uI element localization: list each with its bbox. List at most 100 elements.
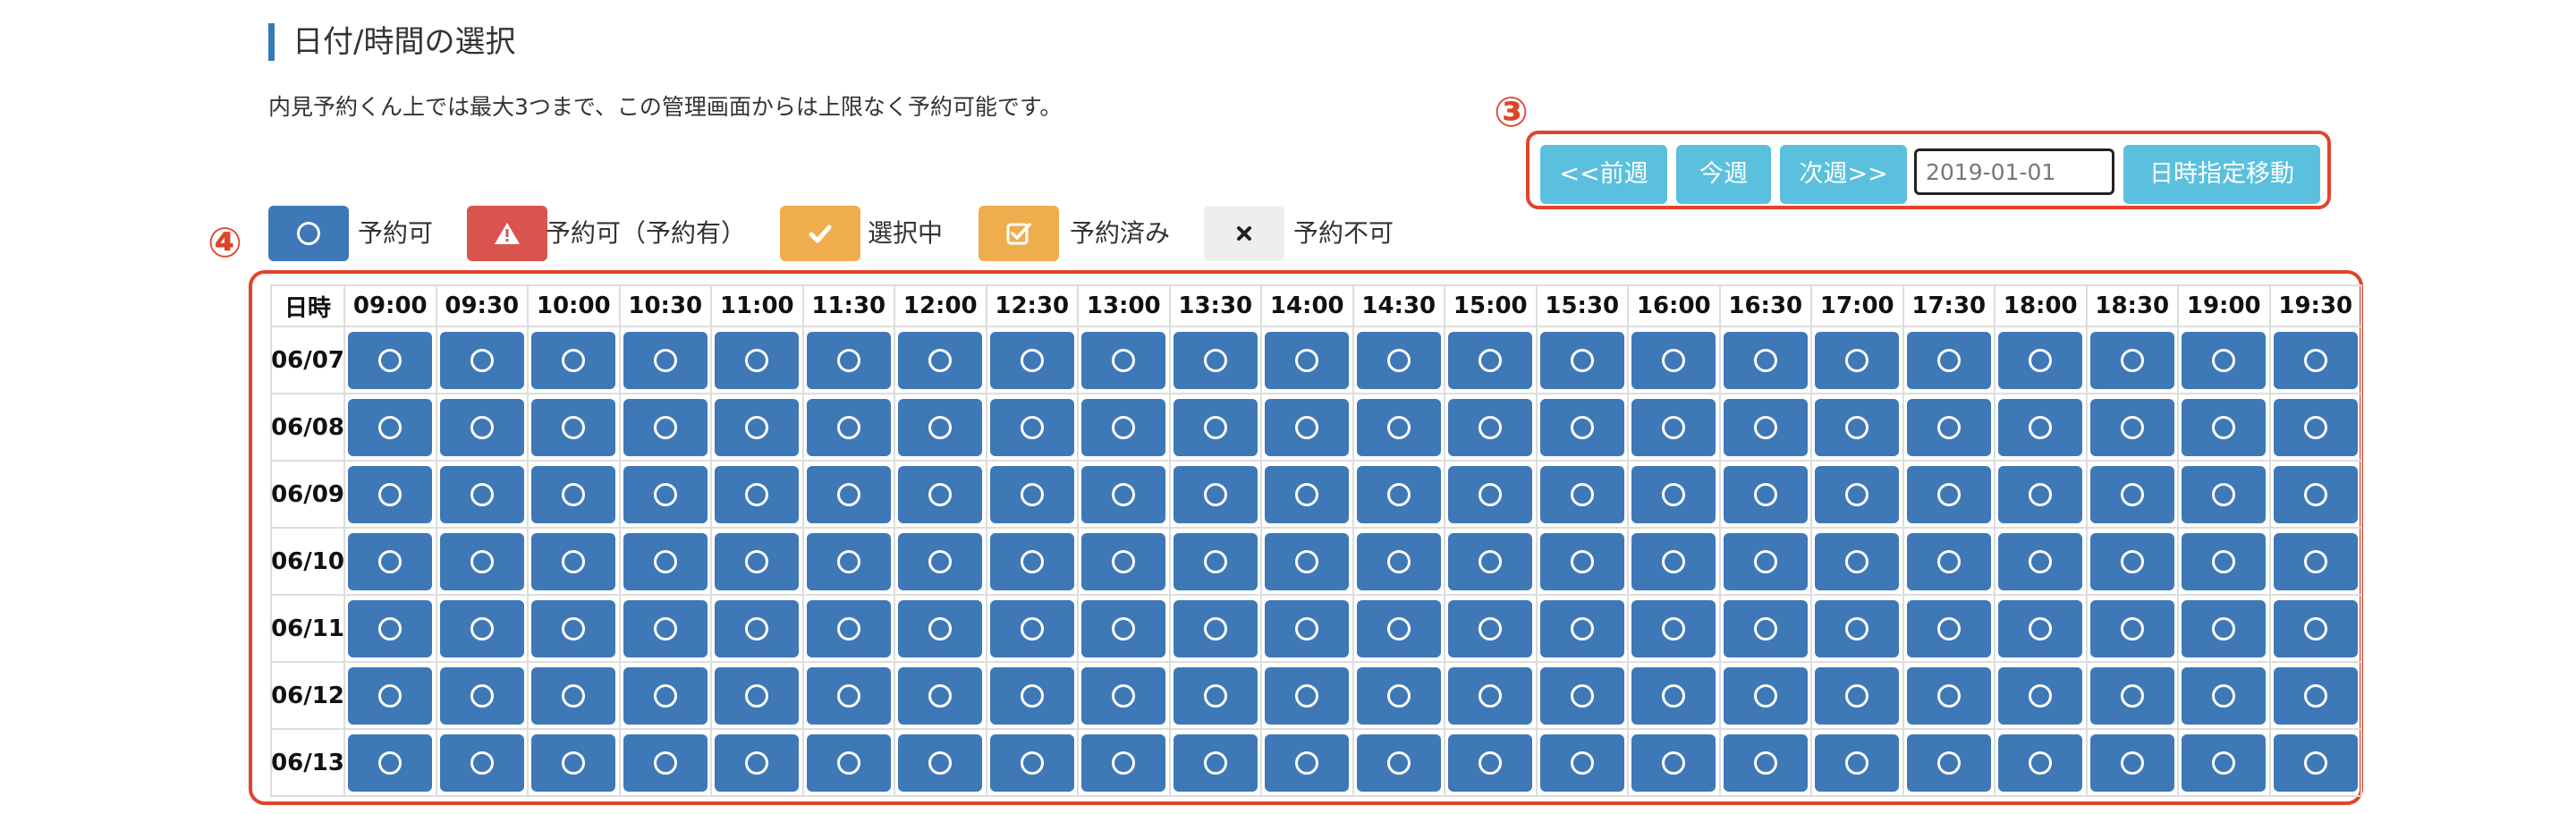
slot-button[interactable] bbox=[1265, 398, 1350, 456]
slot-button[interactable] bbox=[898, 398, 983, 456]
slot-button[interactable] bbox=[1265, 331, 1350, 389]
slot-button[interactable] bbox=[1081, 666, 1166, 725]
slot-button[interactable] bbox=[898, 599, 983, 657]
slot-button[interactable] bbox=[1173, 331, 1258, 389]
slot-button[interactable] bbox=[1906, 331, 1991, 389]
slot-button[interactable] bbox=[531, 733, 616, 792]
slot-button[interactable] bbox=[623, 532, 708, 590]
slot-button[interactable] bbox=[1081, 465, 1166, 523]
slot-button[interactable] bbox=[1448, 599, 1533, 657]
slot-button[interactable] bbox=[1906, 666, 1991, 725]
prev-week-button[interactable]: <<前週 bbox=[1540, 145, 1667, 204]
slot-button[interactable] bbox=[623, 331, 708, 389]
slot-button[interactable] bbox=[1723, 733, 1808, 792]
slot-button[interactable] bbox=[715, 465, 800, 523]
slot-button[interactable] bbox=[2182, 532, 2267, 590]
slot-button[interactable] bbox=[1998, 532, 2083, 590]
slot-button[interactable] bbox=[1815, 331, 1900, 389]
slot-button[interactable] bbox=[439, 398, 524, 456]
slot-button[interactable] bbox=[1998, 331, 2083, 389]
slot-button[interactable] bbox=[1723, 666, 1808, 725]
slot-button[interactable] bbox=[2089, 666, 2174, 725]
slot-button[interactable] bbox=[1998, 465, 2083, 523]
date-input[interactable] bbox=[1914, 148, 2114, 195]
slot-button[interactable] bbox=[348, 599, 433, 657]
slot-button[interactable] bbox=[2182, 398, 2267, 456]
slot-button[interactable] bbox=[2089, 331, 2174, 389]
slot-button[interactable] bbox=[1539, 666, 1624, 725]
slot-button[interactable] bbox=[806, 666, 891, 725]
slot-button[interactable] bbox=[806, 532, 891, 590]
slot-button[interactable] bbox=[715, 733, 800, 792]
slot-button[interactable] bbox=[2089, 532, 2174, 590]
slot-button[interactable] bbox=[531, 599, 616, 657]
slot-button[interactable] bbox=[531, 465, 616, 523]
slot-button[interactable] bbox=[1631, 532, 1716, 590]
slot-button[interactable] bbox=[1081, 398, 1166, 456]
slot-button[interactable] bbox=[1356, 733, 1441, 792]
slot-button[interactable] bbox=[439, 733, 524, 792]
slot-button[interactable] bbox=[1815, 733, 1900, 792]
slot-button[interactable] bbox=[1539, 532, 1624, 590]
slot-button[interactable] bbox=[1081, 532, 1166, 590]
slot-button[interactable] bbox=[1998, 398, 2083, 456]
slot-button[interactable] bbox=[1815, 465, 1900, 523]
slot-button[interactable] bbox=[1815, 666, 1900, 725]
slot-button[interactable] bbox=[623, 599, 708, 657]
slot-button[interactable] bbox=[348, 331, 433, 389]
slot-button[interactable] bbox=[1265, 733, 1350, 792]
slot-button[interactable] bbox=[1631, 398, 1716, 456]
slot-button[interactable] bbox=[1631, 666, 1716, 725]
slot-button[interactable] bbox=[1906, 465, 1991, 523]
slot-button[interactable] bbox=[806, 733, 891, 792]
slot-button[interactable] bbox=[1998, 599, 2083, 657]
slot-button[interactable] bbox=[1173, 733, 1258, 792]
next-week-button[interactable]: 次週>> bbox=[1780, 145, 1907, 204]
slot-button[interactable] bbox=[989, 331, 1074, 389]
slot-button[interactable] bbox=[806, 465, 891, 523]
slot-button[interactable] bbox=[2182, 465, 2267, 523]
slot-button[interactable] bbox=[989, 532, 1074, 590]
slot-button[interactable] bbox=[898, 532, 983, 590]
slot-button[interactable] bbox=[1815, 599, 1900, 657]
slot-button[interactable] bbox=[1998, 666, 2083, 725]
slot-button[interactable] bbox=[2089, 599, 2174, 657]
slot-button[interactable] bbox=[1356, 666, 1441, 725]
slot-button[interactable] bbox=[1448, 666, 1533, 725]
slot-button[interactable] bbox=[715, 666, 800, 725]
slot-button[interactable] bbox=[1539, 331, 1624, 389]
slot-button[interactable] bbox=[2273, 465, 2358, 523]
slot-button[interactable] bbox=[715, 532, 800, 590]
slot-button[interactable] bbox=[1356, 465, 1441, 523]
slot-button[interactable] bbox=[1723, 398, 1808, 456]
this-week-button[interactable]: 今週 bbox=[1676, 145, 1771, 204]
slot-button[interactable] bbox=[1998, 733, 2083, 792]
slot-button[interactable] bbox=[1356, 532, 1441, 590]
slot-button[interactable] bbox=[1265, 465, 1350, 523]
slot-button[interactable] bbox=[2182, 666, 2267, 725]
slot-button[interactable] bbox=[1906, 398, 1991, 456]
slot-button[interactable] bbox=[531, 666, 616, 725]
slot-button[interactable] bbox=[2182, 733, 2267, 792]
slot-button[interactable] bbox=[715, 331, 800, 389]
slot-button[interactable] bbox=[623, 666, 708, 725]
slot-button[interactable] bbox=[1448, 532, 1533, 590]
slot-button[interactable] bbox=[1448, 331, 1533, 389]
slot-button[interactable] bbox=[1173, 465, 1258, 523]
slot-button[interactable] bbox=[2273, 733, 2358, 792]
slot-button[interactable] bbox=[1723, 465, 1808, 523]
slot-button[interactable] bbox=[1081, 733, 1166, 792]
slot-button[interactable] bbox=[1723, 331, 1808, 389]
slot-button[interactable] bbox=[1356, 599, 1441, 657]
slot-button[interactable] bbox=[1539, 733, 1624, 792]
slot-button[interactable] bbox=[1539, 398, 1624, 456]
slot-button[interactable] bbox=[898, 666, 983, 725]
slot-button[interactable] bbox=[1173, 398, 1258, 456]
slot-button[interactable] bbox=[348, 532, 433, 590]
slot-button[interactable] bbox=[2273, 398, 2358, 456]
slot-button[interactable] bbox=[1815, 398, 1900, 456]
slot-button[interactable] bbox=[348, 666, 433, 725]
slot-button[interactable] bbox=[348, 733, 433, 792]
slot-button[interactable] bbox=[1356, 398, 1441, 456]
slot-button[interactable] bbox=[1265, 532, 1350, 590]
